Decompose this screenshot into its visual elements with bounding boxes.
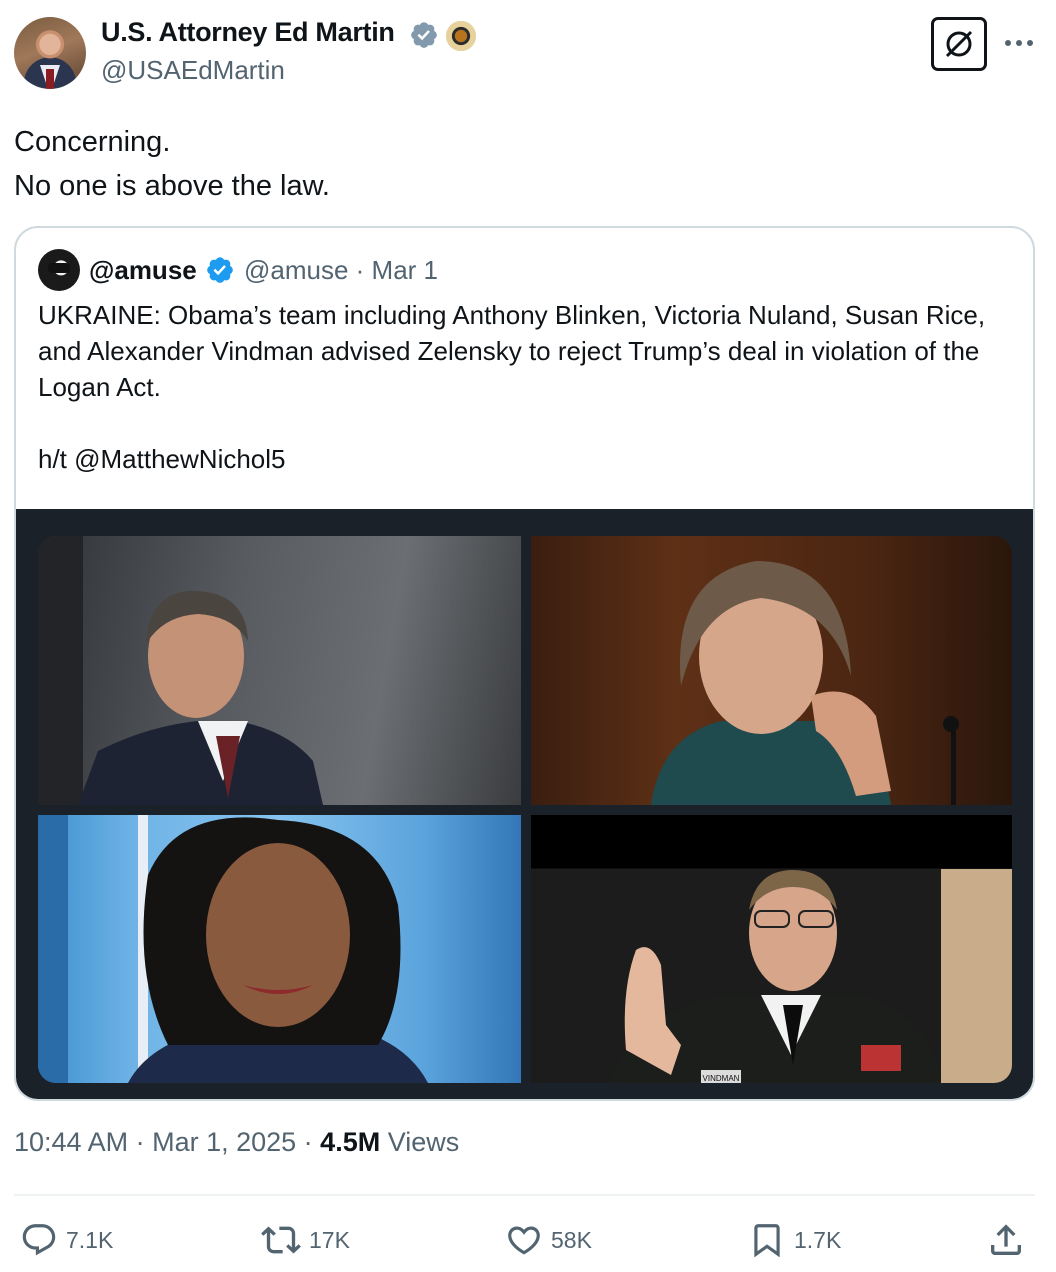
bookmark-button[interactable]: 1.7K bbox=[748, 1218, 841, 1262]
grok-icon bbox=[945, 30, 973, 58]
quote-tweet[interactable]: @amuse @amuse · Mar 1 UKRAINE: Obama’s t… bbox=[14, 226, 1035, 1101]
quote-text: UKRAINE: Obama’s team including Anthony … bbox=[38, 300, 986, 474]
tweet-text: Concerning. No one is above the law. bbox=[14, 126, 330, 202]
media-photo-4[interactable]: VINDMAN bbox=[531, 815, 1012, 1083]
like-count: 58K bbox=[551, 1226, 592, 1253]
doj-seal-icon bbox=[446, 21, 476, 51]
bookmark-icon bbox=[754, 1224, 780, 1258]
author-handle[interactable]: @USAEdMartin bbox=[101, 55, 285, 86]
portrait-woman-smiling bbox=[38, 815, 428, 1083]
like-button[interactable]: 58K bbox=[505, 1218, 592, 1262]
verified-blue-badge-icon bbox=[207, 257, 233, 283]
like-icon bbox=[508, 1226, 540, 1255]
repost-button[interactable]: 17K bbox=[261, 1218, 350, 1262]
quote-meta: @amuse · Mar 1 bbox=[244, 255, 439, 285]
divider bbox=[14, 1194, 1035, 1196]
more-button[interactable] bbox=[1002, 28, 1036, 58]
more-icon bbox=[1005, 40, 1033, 46]
avatar-tie bbox=[46, 69, 54, 89]
tweet-meta-bar: 10:44 AM · Mar 1, 2025 · 4.5M Views bbox=[14, 1127, 460, 1157]
reply-button[interactable]: 7.1K bbox=[20, 1218, 113, 1262]
portrait-woman-hearing bbox=[651, 561, 959, 805]
repost-icon bbox=[261, 1226, 301, 1254]
views-count: 4.5M bbox=[320, 1127, 381, 1157]
grok-button[interactable] bbox=[931, 17, 987, 71]
portrait-uniformed-man: VINDMAN bbox=[611, 869, 1012, 1083]
share-button[interactable] bbox=[986, 1218, 1034, 1262]
quote-media-grid[interactable]: VINDMAN bbox=[16, 509, 1033, 1099]
author-display-name[interactable]: U.S. Attorney Ed Martin bbox=[101, 17, 395, 48]
tweet-time[interactable]: 10:44 AM bbox=[14, 1127, 128, 1157]
portrait-man-suit bbox=[38, 536, 323, 805]
nametag-text: VINDMAN bbox=[703, 1074, 740, 1083]
views-label: Views bbox=[387, 1127, 460, 1157]
media-photo-2[interactable] bbox=[531, 536, 1012, 805]
author-avatar[interactable] bbox=[14, 17, 86, 89]
quote-avatar[interactable] bbox=[38, 249, 80, 291]
media-photo-1[interactable] bbox=[38, 536, 521, 805]
repost-count: 17K bbox=[309, 1226, 350, 1253]
quote-display-name[interactable]: @amuse bbox=[89, 255, 197, 286]
reply-icon bbox=[22, 1224, 56, 1256]
bookmark-count: 1.7K bbox=[794, 1226, 842, 1253]
quote-handle[interactable]: @amuse bbox=[244, 255, 348, 285]
media-photo-3[interactable] bbox=[38, 815, 521, 1083]
quote-date[interactable]: Mar 1 bbox=[372, 255, 438, 285]
verified-grey-badge-icon bbox=[411, 22, 437, 48]
reply-count: 7.1K bbox=[66, 1226, 114, 1253]
tweet-date[interactable]: Mar 1, 2025 bbox=[152, 1127, 296, 1157]
share-icon bbox=[991, 1224, 1021, 1255]
